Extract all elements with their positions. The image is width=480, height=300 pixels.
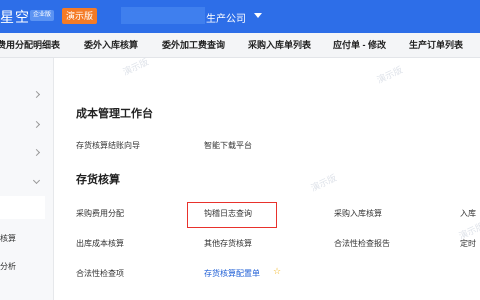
chevron-right-icon[interactable] [32, 90, 41, 99]
tab-bar: 费用分配明细表 委外入库核算 委外加工费查询 采购入库单列表 应付单 - 修改 … [0, 33, 480, 58]
tab-purchase-receipt-list[interactable]: 采购入库单列表 [248, 33, 311, 58]
link-scheduled-truncated[interactable]: 定时 [460, 238, 476, 249]
section-title-inventory-accounting: 存货核算 [76, 174, 120, 186]
link-validity-check-items[interactable]: 合法性检查项 [76, 268, 124, 279]
highlight-box [187, 202, 277, 228]
watermark: 演示版 [309, 172, 339, 194]
chevron-right-icon[interactable] [32, 120, 41, 129]
sidebar-item-analysis[interactable]: 分析 [0, 261, 16, 272]
link-smart-download-platform[interactable]: 智能下载平台 [204, 140, 252, 151]
company-name-redacted [121, 7, 205, 24]
main-panel: 演示版 演示版 演示版 演示版 成本管理工作台 存货核算结账向导 智能下载平台 … [54, 56, 480, 300]
tab-fee-allocation[interactable]: 费用分配明细表 [0, 33, 60, 58]
tab-production-order-list[interactable]: 生产订单列表 [409, 33, 463, 58]
demo-button[interactable]: 演示版 [62, 8, 97, 24]
link-issue-cost-costing[interactable]: 出库成本核算 [76, 238, 124, 249]
link-purchase-fee-allocation[interactable]: 采购费用分配 [76, 208, 124, 219]
tab-payable-edit[interactable]: 应付单 - 修改 [333, 33, 386, 58]
link-inventory-config-sheet[interactable]: 存货核算配置单 [204, 268, 260, 279]
chevron-down-icon[interactable] [254, 13, 262, 18]
sidebar: 核算 分析 [0, 58, 54, 300]
tab-outsourced-receipt[interactable]: 委外入库核算 [84, 33, 138, 58]
star-icon[interactable]: ☆ [273, 266, 281, 277]
watermark: 演示版 [121, 56, 151, 78]
edition-badge: 企业版 [30, 10, 55, 21]
sidebar-item-active[interactable] [0, 196, 45, 219]
link-purchase-receipt-costing[interactable]: 采购入库核算 [334, 208, 382, 219]
chevron-down-icon[interactable] [32, 176, 41, 185]
app-logo[interactable]: 星空 [0, 7, 30, 27]
company-name[interactable]: 生产公司 [206, 10, 246, 25]
section-title-cost-workbench: 成本管理工作台 [76, 108, 153, 120]
tab-outsourced-fee[interactable]: 委外加工费查询 [162, 33, 225, 58]
link-validity-check-report[interactable]: 合法性检查报告 [334, 238, 390, 249]
watermark: 演示版 [375, 64, 405, 86]
link-receipt-truncated[interactable]: 入库 [460, 208, 476, 219]
link-other-inventory-costing[interactable]: 其他存货核算 [204, 238, 252, 249]
link-inventory-close-wizard[interactable]: 存货核算结账向导 [76, 140, 140, 151]
chevron-right-icon[interactable] [32, 148, 41, 157]
top-bar: 星空 企业版 演示版 生产公司 [0, 0, 480, 33]
sidebar-item-accounting[interactable]: 核算 [0, 233, 16, 244]
